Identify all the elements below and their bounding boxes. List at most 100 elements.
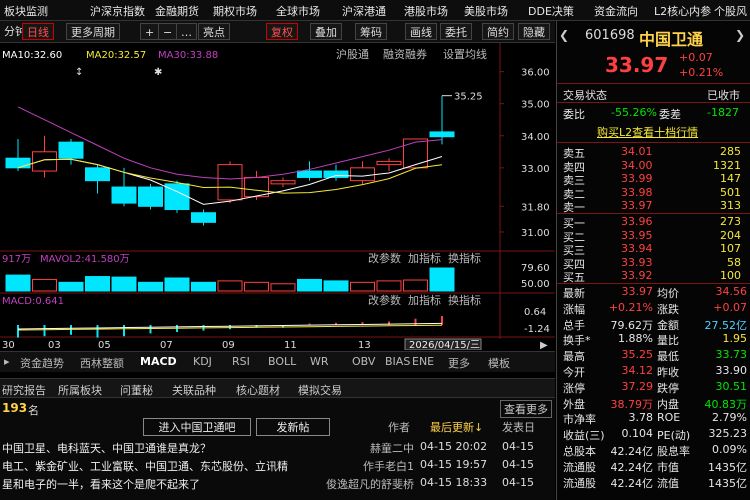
- stat-value: 34.12: [621, 364, 654, 377]
- zoom-in-button[interactable]: +: [140, 23, 160, 40]
- volume-bar: [429, 267, 455, 292]
- price-axis-label: 35.00: [521, 100, 550, 111]
- tabs-left-arrow-icon[interactable]: ▸: [4, 355, 10, 368]
- margin-button[interactable]: 融资融券: [383, 47, 427, 61]
- date-axis-label: 30: [2, 340, 15, 350]
- stat-value: 40.83万: [704, 397, 748, 411]
- indicator-tab-7[interactable]: OBV: [352, 355, 375, 368]
- stat-label: 今开: [563, 366, 585, 379]
- stat-value: 30.51: [715, 379, 748, 393]
- indicator-tab-10[interactable]: 更多: [448, 355, 470, 371]
- indicator-tab-4[interactable]: RSI: [232, 355, 250, 368]
- indicator-tab-6[interactable]: WR: [310, 355, 329, 368]
- menu-item-4[interactable]: 全球市场: [276, 3, 320, 19]
- stat-value: 37.29: [621, 379, 654, 393]
- indicator-tab-0[interactable]: 资金趋势: [20, 355, 64, 371]
- stat-row: 涨停 37.29 跌停 30.51: [557, 379, 750, 395]
- stat-label: 收益(三): [563, 429, 605, 443]
- chips-button[interactable]: 筹码: [355, 23, 387, 40]
- day-button[interactable]: 日线: [22, 23, 54, 40]
- news-tab-2[interactable]: 问董秘: [120, 382, 153, 398]
- latest-update-header[interactable]: 最后更新↓: [430, 419, 483, 435]
- view-more-button[interactable]: 查看更多: [500, 400, 552, 418]
- indicator-tab-8[interactable]: BIAS: [385, 355, 410, 368]
- menu-item-6[interactable]: 港股市场: [404, 3, 448, 19]
- menu-item-0[interactable]: 板块监测: [4, 3, 48, 19]
- stat-label: 量比: [657, 334, 679, 348]
- stat-label: 流通股: [563, 476, 596, 490]
- news-tab-3[interactable]: 关联品种: [172, 382, 216, 398]
- draw-line-button[interactable]: 画线: [405, 23, 437, 40]
- stat-row: 流通股 42.24亿 流值 1435亿: [557, 475, 750, 490]
- simple-button[interactable]: 简约: [482, 23, 514, 40]
- menu-item-3[interactable]: 期权市场: [213, 3, 257, 19]
- menu-item-8[interactable]: DDE决策: [528, 3, 574, 19]
- stat-value: 42.24亿: [610, 445, 654, 458]
- weicha-label: 委差: [659, 108, 681, 121]
- quote-panel: ❮ 601698 中国卫通 ❯ 33.97 +0.07 +0.21% 交易状态 …: [556, 21, 750, 500]
- set-ma-button[interactable]: 设置均线: [443, 47, 487, 61]
- stat-label: 换手*: [563, 334, 591, 348]
- news-tab-0[interactable]: 研究报告: [2, 382, 46, 398]
- stat-label: 涨幅: [563, 302, 585, 316]
- fuquan-button[interactable]: 复权: [266, 23, 298, 40]
- more-period-button[interactable]: 更多周期: [66, 23, 120, 40]
- back-arrow-icon[interactable]: ❮: [559, 28, 569, 42]
- kline-svg[interactable]: MA10:32.60 MA20:32.57 MA30:33.88 沪股通 融资融券 设置均…: [0, 43, 555, 351]
- menu-item-2[interactable]: 金融期货: [155, 3, 199, 19]
- highlight-button[interactable]: 亮点: [198, 23, 230, 40]
- menu-item-1[interactable]: 沪深京指数: [90, 3, 145, 19]
- menu-item-11[interactable]: 个股风: [714, 3, 747, 19]
- vol-param-button[interactable]: 改参数: [368, 251, 401, 265]
- news-title[interactable]: 电工、紫金矿业、工业富联、中国卫通、东芯股份、立讯精: [2, 458, 320, 474]
- news-row[interactable]: 星和电子的一半，看来这个是爬不起来了 俊逸超凡的舒斐桥 04-15 18:33 04-…: [0, 476, 555, 492]
- indicator-tab-5[interactable]: BOLL: [268, 355, 296, 368]
- news-tab-1[interactable]: 所属板块: [58, 382, 102, 398]
- stat-value: 1435亿: [708, 476, 747, 490]
- menu-item-10[interactable]: L2核心内参: [654, 3, 711, 19]
- stat-label: 最新: [563, 287, 585, 300]
- stat-row: 最高 35.25 最低 33.73: [557, 348, 750, 363]
- menu-item-7[interactable]: 美股市场: [464, 3, 508, 19]
- more-button[interactable]: …: [176, 23, 197, 40]
- news-updated: 04-15 18:33: [420, 476, 488, 489]
- hsgt-button[interactable]: 沪股通: [336, 47, 369, 61]
- kline-chart[interactable]: MA10:32.60 MA20:32.57 MA30:33.88 沪股通 融资融券 设置均…: [0, 43, 555, 351]
- news-row[interactable]: 电工、紫金矿业、工业富联、中国卫通、东芯股份、立讯精 作手老白1 04-15 19:…: [0, 458, 555, 474]
- macd-param-button[interactable]: 改参数: [368, 293, 401, 307]
- macd-add-button[interactable]: 加指标: [408, 293, 441, 307]
- marker-arrows: ↕: [75, 67, 83, 78]
- order-book-row: 买三 33.94 107: [557, 242, 750, 257]
- news-title[interactable]: 中国卫星、电科蓝天、中国卫通谁是真龙？: [2, 440, 320, 456]
- overlay-button[interactable]: 叠加: [310, 23, 342, 40]
- menu-item-5[interactable]: 沪深港通: [342, 3, 386, 19]
- chart-toolbar: 分钟 日线 更多周期 + − … 亮点 复权 叠加 筹码 画线 委托 简约 隐藏: [0, 21, 555, 43]
- hide-button[interactable]: 隐藏: [518, 23, 550, 40]
- scroll-right-icon[interactable]: ▶: [540, 340, 548, 351]
- candle-body: [244, 176, 269, 198]
- price-axis-label: 34.00: [521, 132, 550, 143]
- news-tab-4[interactable]: 核心题材: [236, 382, 280, 398]
- forward-arrow-icon[interactable]: ❯: [735, 28, 745, 42]
- vol-axis-label: 79.60: [521, 263, 550, 274]
- indicator-tab-3[interactable]: KDJ: [193, 355, 212, 368]
- news-row[interactable]: 中国卫星、电科蓝天、中国卫通谁是真龙？ 赫童二中 04-15 20:02 04-15: [0, 440, 555, 456]
- enter-forum-button[interactable]: 进入中国卫通吧: [143, 418, 251, 436]
- news-tab-5[interactable]: 模拟交易: [298, 382, 342, 398]
- new-post-button[interactable]: 发新帖: [256, 418, 330, 436]
- macd-swap-button[interactable]: 换指标: [448, 293, 481, 307]
- stat-value: 34.56: [715, 285, 748, 298]
- indicator-tab-11[interactable]: 模板: [488, 355, 510, 371]
- vol-swap-button[interactable]: 换指标: [448, 251, 481, 265]
- news-title[interactable]: 星和电子的一半，看来这个是爬不起来了: [2, 476, 320, 492]
- indicator-tab-2[interactable]: MACD: [140, 355, 177, 368]
- volume-bar: [403, 279, 428, 292]
- vol-add-button[interactable]: 加指标: [408, 251, 441, 265]
- stat-label: 金额: [657, 318, 679, 332]
- l2-link[interactable]: 购买L2查看十档行情: [597, 124, 698, 140]
- menu-item-9[interactable]: 资金流向: [594, 3, 638, 19]
- indicator-tab-1[interactable]: 西林整额: [80, 355, 124, 371]
- delegate-button[interactable]: 委托: [440, 23, 472, 40]
- indicator-tab-9[interactable]: ENE: [412, 355, 434, 368]
- zoom-out-button[interactable]: −: [158, 23, 178, 40]
